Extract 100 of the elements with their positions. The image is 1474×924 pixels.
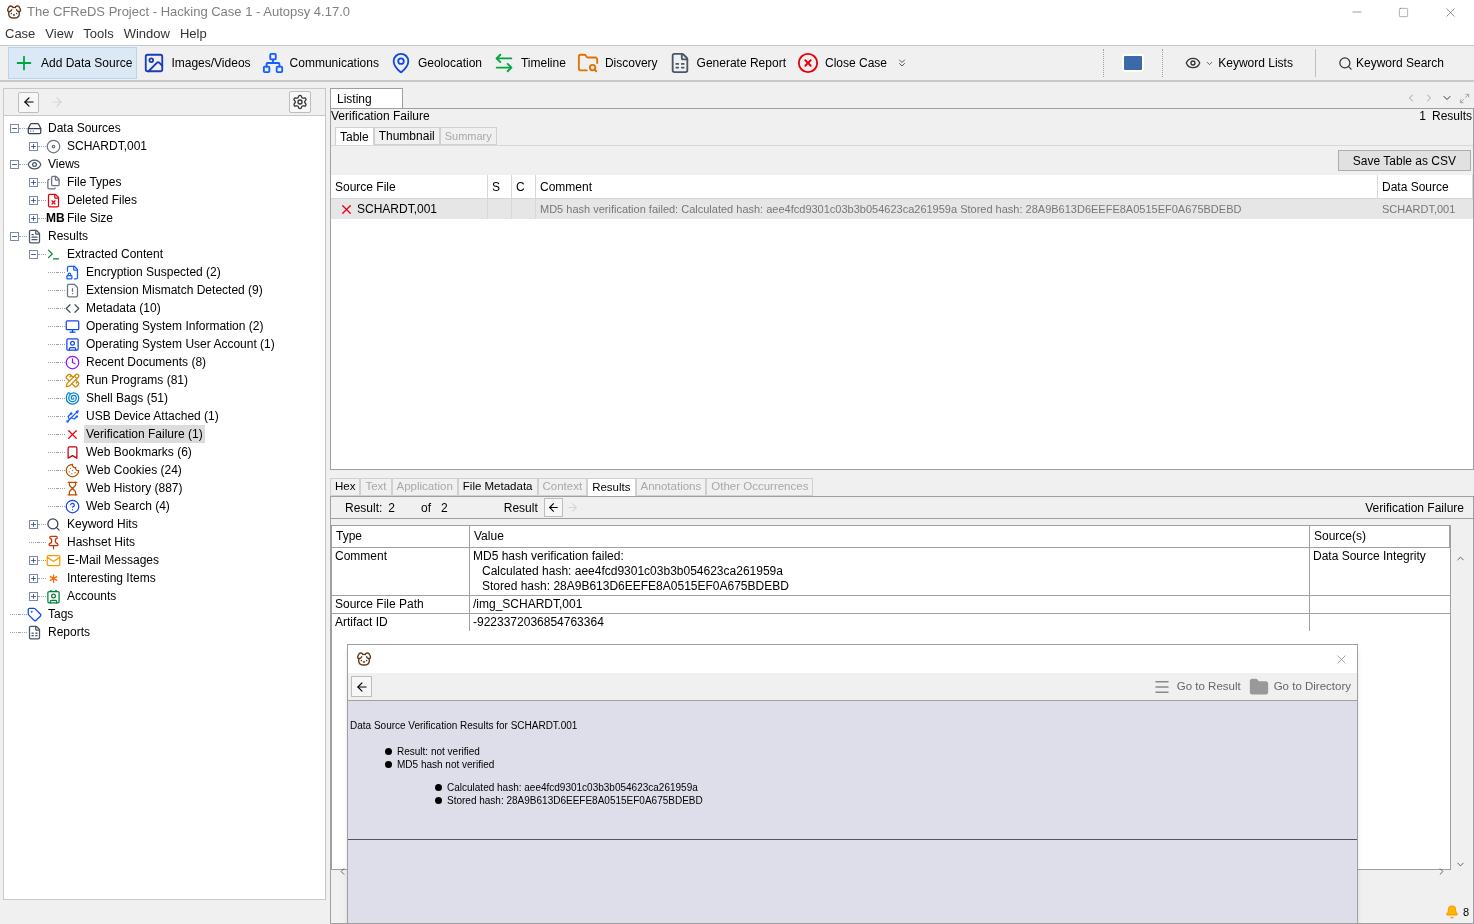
back-button[interactable] bbox=[18, 91, 39, 113]
eye-icon bbox=[1185, 55, 1202, 71]
viewer-tab[interactable]: Hex bbox=[330, 478, 361, 496]
tree-item[interactable]: Shell Bags (51) bbox=[84, 389, 171, 407]
expander-icon[interactable] bbox=[10, 123, 19, 133]
keyword-search-button[interactable]: Keyword Search bbox=[1315, 48, 1474, 78]
go-to-result-button[interactable]: Go to Result bbox=[1176, 677, 1241, 696]
tree-item[interactable]: Recent Documents (8) bbox=[84, 353, 209, 371]
column-header[interactable]: C bbox=[512, 175, 536, 198]
toolbar-button[interactable]: Communications bbox=[256, 47, 384, 79]
tree-item[interactable]: Web Cookies (24) bbox=[84, 461, 184, 479]
toolbar-button[interactable]: Geolocation bbox=[384, 47, 487, 79]
column-header[interactable]: Type bbox=[332, 526, 470, 547]
expander-icon[interactable] bbox=[29, 573, 38, 583]
go-to-directory-button[interactable]: Go to Directory bbox=[1273, 677, 1351, 696]
table-row[interactable]: SCHARDT,001 MD5 hash verification failed: Calculated hash: aee4fcd9301c03b3b054623ca261959a Stored hash: 28A9B613D6EEFE8A0515EF0A675BDEBD SCHARDT,001 bbox=[331, 199, 1473, 219]
table-cell: Data Source Integrity bbox=[1313, 549, 1426, 563]
toolbar-button[interactable]: Discovery bbox=[571, 47, 663, 79]
result-label: Result: bbox=[345, 499, 383, 517]
tree-item[interactable]: Extracted Content bbox=[65, 245, 166, 263]
viewer-tab[interactable]: Results bbox=[587, 478, 636, 496]
eye-icon bbox=[27, 156, 42, 172]
menu-item[interactable]: Help bbox=[174, 23, 212, 43]
column-header[interactable]: Comment bbox=[536, 175, 1378, 198]
result-index: 2 bbox=[388, 499, 396, 517]
column-header[interactable]: Value bbox=[470, 526, 1310, 547]
expander-icon[interactable] bbox=[29, 195, 38, 205]
tree-item[interactable]: File Types bbox=[65, 173, 124, 191]
tree-item[interactable]: Keyword Hits bbox=[65, 515, 140, 533]
toolbar-button[interactable]: Timeline bbox=[488, 47, 571, 79]
expander-icon[interactable] bbox=[29, 519, 38, 529]
menu-item[interactable]: View bbox=[40, 23, 79, 43]
menu-item[interactable]: Window bbox=[118, 23, 175, 43]
bullet-icon bbox=[385, 761, 392, 768]
tree-item[interactable]: Tags bbox=[46, 605, 76, 623]
column-header[interactable]: Source File bbox=[331, 175, 488, 198]
column-header[interactable]: Source(s) bbox=[1310, 526, 1450, 547]
mail-icon bbox=[46, 552, 61, 568]
tree-item[interactable]: Results bbox=[46, 227, 90, 245]
tree-item[interactable]: Web History (887) bbox=[84, 479, 185, 497]
expander-icon[interactable] bbox=[29, 249, 38, 259]
expander-icon[interactable] bbox=[29, 177, 38, 187]
previous-result-button[interactable] bbox=[543, 498, 563, 517]
expander-icon[interactable] bbox=[29, 591, 38, 601]
tree-item[interactable]: E-Mail Messages bbox=[65, 551, 162, 569]
settings-icon bbox=[292, 94, 308, 110]
maximize-icon bbox=[1459, 92, 1470, 104]
view-tab[interactable]: Table bbox=[335, 127, 374, 145]
tree-item[interactable]: Web Search (4) bbox=[84, 497, 172, 515]
tree-item[interactable]: Extension Mismatch Detected (9) bbox=[84, 281, 265, 299]
network-icon bbox=[261, 52, 284, 74]
tree-item[interactable]: Web Bookmarks (6) bbox=[84, 443, 194, 461]
result-count: 1 bbox=[1419, 108, 1426, 125]
column-header[interactable]: Data Source bbox=[1378, 175, 1473, 198]
toolbar-button[interactable]: Add Data Source bbox=[8, 47, 138, 79]
table-cell-text: SCHARDT,001 bbox=[357, 201, 438, 218]
listing-tab[interactable]: Listing bbox=[330, 88, 403, 108]
expander-icon[interactable] bbox=[29, 141, 38, 151]
view-tab[interactable]: Thumbnail bbox=[373, 127, 440, 145]
back-button[interactable] bbox=[351, 676, 372, 697]
settings-button[interactable] bbox=[289, 91, 311, 113]
tree-item[interactable]: Metadata (10) bbox=[84, 299, 163, 317]
viewer-tab[interactable]: File Metadata bbox=[457, 478, 538, 496]
forward-arrow-icon bbox=[49, 95, 64, 109]
tree-item[interactable]: Views bbox=[46, 155, 82, 173]
tree-item[interactable]: Data Sources bbox=[46, 119, 123, 137]
tree-item[interactable]: Accounts bbox=[65, 587, 119, 605]
clock-icon bbox=[65, 354, 80, 370]
toolbar-button[interactable]: Close Case bbox=[791, 47, 913, 79]
save-csv-button[interactable]: Save Table as CSV bbox=[1337, 150, 1471, 171]
expander-icon[interactable] bbox=[29, 555, 38, 565]
menu-item[interactable]: Tools bbox=[78, 23, 119, 43]
toolbar-button[interactable]: Images/Videos bbox=[138, 47, 256, 79]
tree-item[interactable]: USB Device Attached (1) bbox=[84, 407, 221, 425]
disk-icon bbox=[46, 138, 61, 154]
tree-item[interactable]: Reports bbox=[46, 623, 93, 641]
search-icon bbox=[46, 516, 61, 532]
tree-item[interactable]: Verification Failure (1) bbox=[84, 425, 205, 443]
tree-item[interactable]: Interesting Items bbox=[65, 569, 158, 587]
expander-icon[interactable] bbox=[10, 231, 19, 241]
bullet-text: MD5 hash not verified bbox=[397, 758, 495, 772]
column-header[interactable]: S bbox=[488, 175, 512, 198]
pin-icon bbox=[46, 534, 61, 550]
toolbar-button[interactable]: Generate Report bbox=[663, 47, 791, 79]
expander-icon[interactable] bbox=[10, 159, 19, 169]
menu-item[interactable]: Case bbox=[0, 23, 41, 43]
tree-item[interactable]: Operating System User Account (1) bbox=[84, 335, 277, 353]
tree-item[interactable]: Deleted Files bbox=[65, 191, 140, 209]
expander-icon[interactable] bbox=[29, 213, 38, 223]
keyword-lists-button[interactable]: Keyword Lists bbox=[1163, 48, 1315, 78]
deleted-file-icon bbox=[46, 192, 61, 208]
tree-item[interactable]: File Size bbox=[65, 209, 115, 227]
tree-item[interactable]: SCHARDT,001 bbox=[65, 137, 150, 155]
tree-item[interactable]: Hashset Hits bbox=[65, 533, 138, 551]
tree-item[interactable]: Encryption Suspected (2) bbox=[84, 263, 223, 281]
tree-item[interactable]: Run Programs (81) bbox=[84, 371, 191, 389]
image-icon bbox=[143, 52, 166, 74]
window-title: The CFReDS Project - Hacking Case 1 - Autopsy 4.17.0 bbox=[27, 3, 350, 22]
tree-item[interactable]: Operating System Information (2) bbox=[84, 317, 266, 335]
of-label: of bbox=[421, 499, 432, 517]
